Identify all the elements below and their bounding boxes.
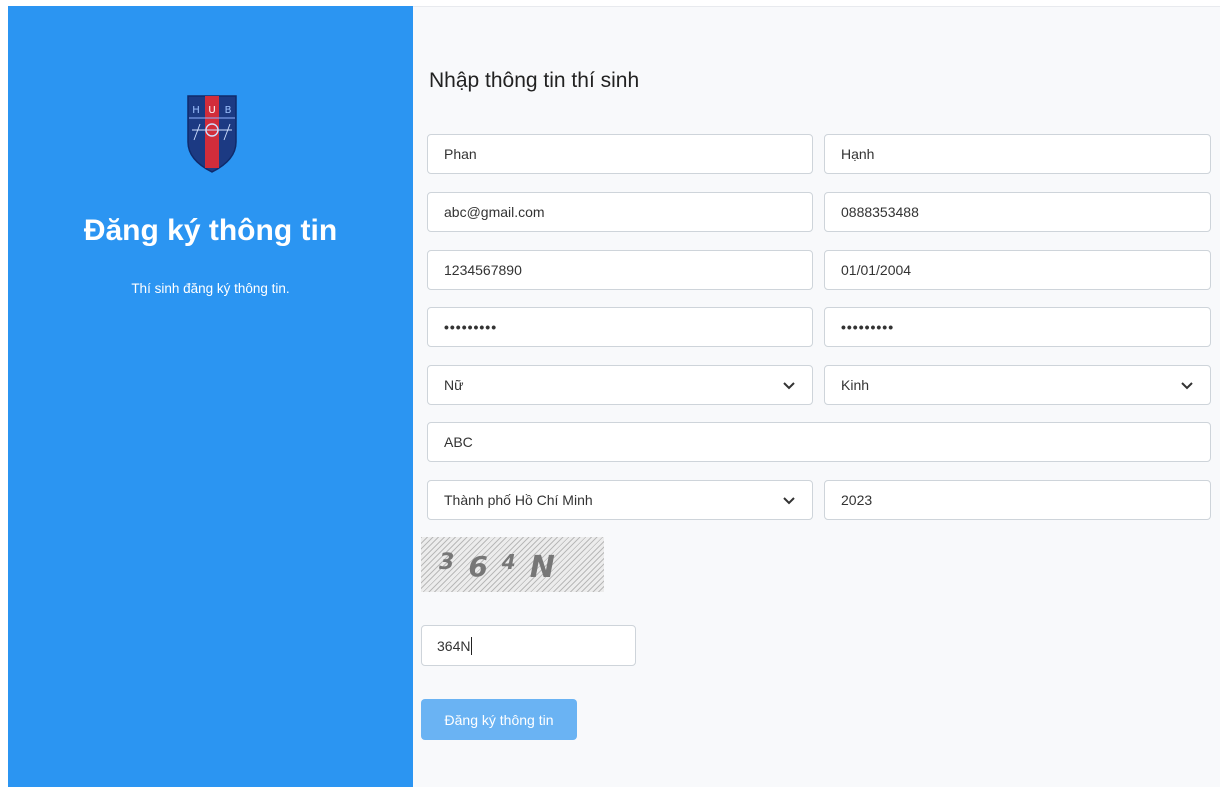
- first-name-value: Hạnh: [841, 146, 875, 162]
- phone-value: 0888353488: [841, 204, 919, 220]
- province-select[interactable]: Thành phố Hồ Chí Minh: [427, 480, 813, 520]
- address-value: ABC: [444, 434, 473, 450]
- last-name-input[interactable]: Phan: [427, 134, 813, 174]
- ethnicity-value: Kinh: [841, 377, 870, 393]
- first-name-input[interactable]: Hạnh: [824, 134, 1211, 174]
- email-value: abc@gmail.com: [444, 204, 545, 220]
- left-panel: H U B Đăng ký thông tin Thí sinh đăng ký…: [8, 6, 413, 787]
- birth-date-input[interactable]: 01/01/2004: [824, 250, 1211, 290]
- captcha-input[interactable]: 364N: [421, 625, 636, 666]
- address-input[interactable]: ABC: [427, 422, 1211, 462]
- birth-date-value: 01/01/2004: [841, 262, 912, 278]
- gender-value: Nữ: [444, 377, 464, 393]
- last-name-value: Phan: [444, 146, 477, 162]
- form-panel: Nhập thông tin thí sinh Phan Hạnh abc@gm…: [413, 6, 1220, 787]
- captcha-image: 3 6 4 N: [421, 537, 604, 592]
- chevron-down-icon: [783, 497, 795, 505]
- captcha-input-value: 364N: [437, 637, 471, 654]
- logo-letter-b: B: [225, 105, 232, 116]
- email-input[interactable]: abc@gmail.com: [427, 192, 813, 232]
- id-number-input[interactable]: 1234567890: [427, 250, 813, 290]
- form-title: Nhập thông tin thí sinh: [429, 69, 640, 92]
- hub-logo-icon: H U B: [187, 95, 237, 173]
- graduation-year-input[interactable]: 2023: [824, 480, 1211, 520]
- graduation-year-value: 2023: [841, 492, 873, 508]
- ethnicity-select[interactable]: Kinh: [824, 365, 1211, 405]
- password-input[interactable]: •••••••••: [427, 307, 813, 347]
- confirm-password-value: •••••••••: [841, 319, 895, 335]
- captcha-char: 6: [468, 550, 488, 583]
- register-button[interactable]: Đăng ký thông tin: [421, 699, 577, 740]
- text-cursor: [471, 636, 473, 655]
- password-value: •••••••••: [444, 319, 498, 335]
- gender-select[interactable]: Nữ: [427, 365, 813, 405]
- logo-letter-h: H: [192, 105, 200, 116]
- chevron-down-icon: [783, 382, 795, 390]
- captcha-char: 4: [501, 549, 516, 574]
- left-title: Đăng ký thông tin: [83, 214, 338, 247]
- captcha-char: 3: [439, 550, 455, 575]
- registration-page: H U B Đăng ký thông tin Thí sinh đăng ký…: [0, 0, 1225, 787]
- confirm-password-input[interactable]: •••••••••: [824, 307, 1211, 347]
- captcha-char: N: [529, 550, 555, 585]
- left-subtitle: Thí sinh đăng ký thông tin.: [131, 281, 290, 296]
- chevron-down-icon: [1181, 382, 1193, 390]
- phone-input[interactable]: 0888353488: [824, 192, 1211, 232]
- id-number-value: 1234567890: [444, 262, 522, 278]
- logo-letter-u: U: [208, 105, 215, 116]
- province-value: Thành phố Hồ Chí Minh: [444, 492, 593, 508]
